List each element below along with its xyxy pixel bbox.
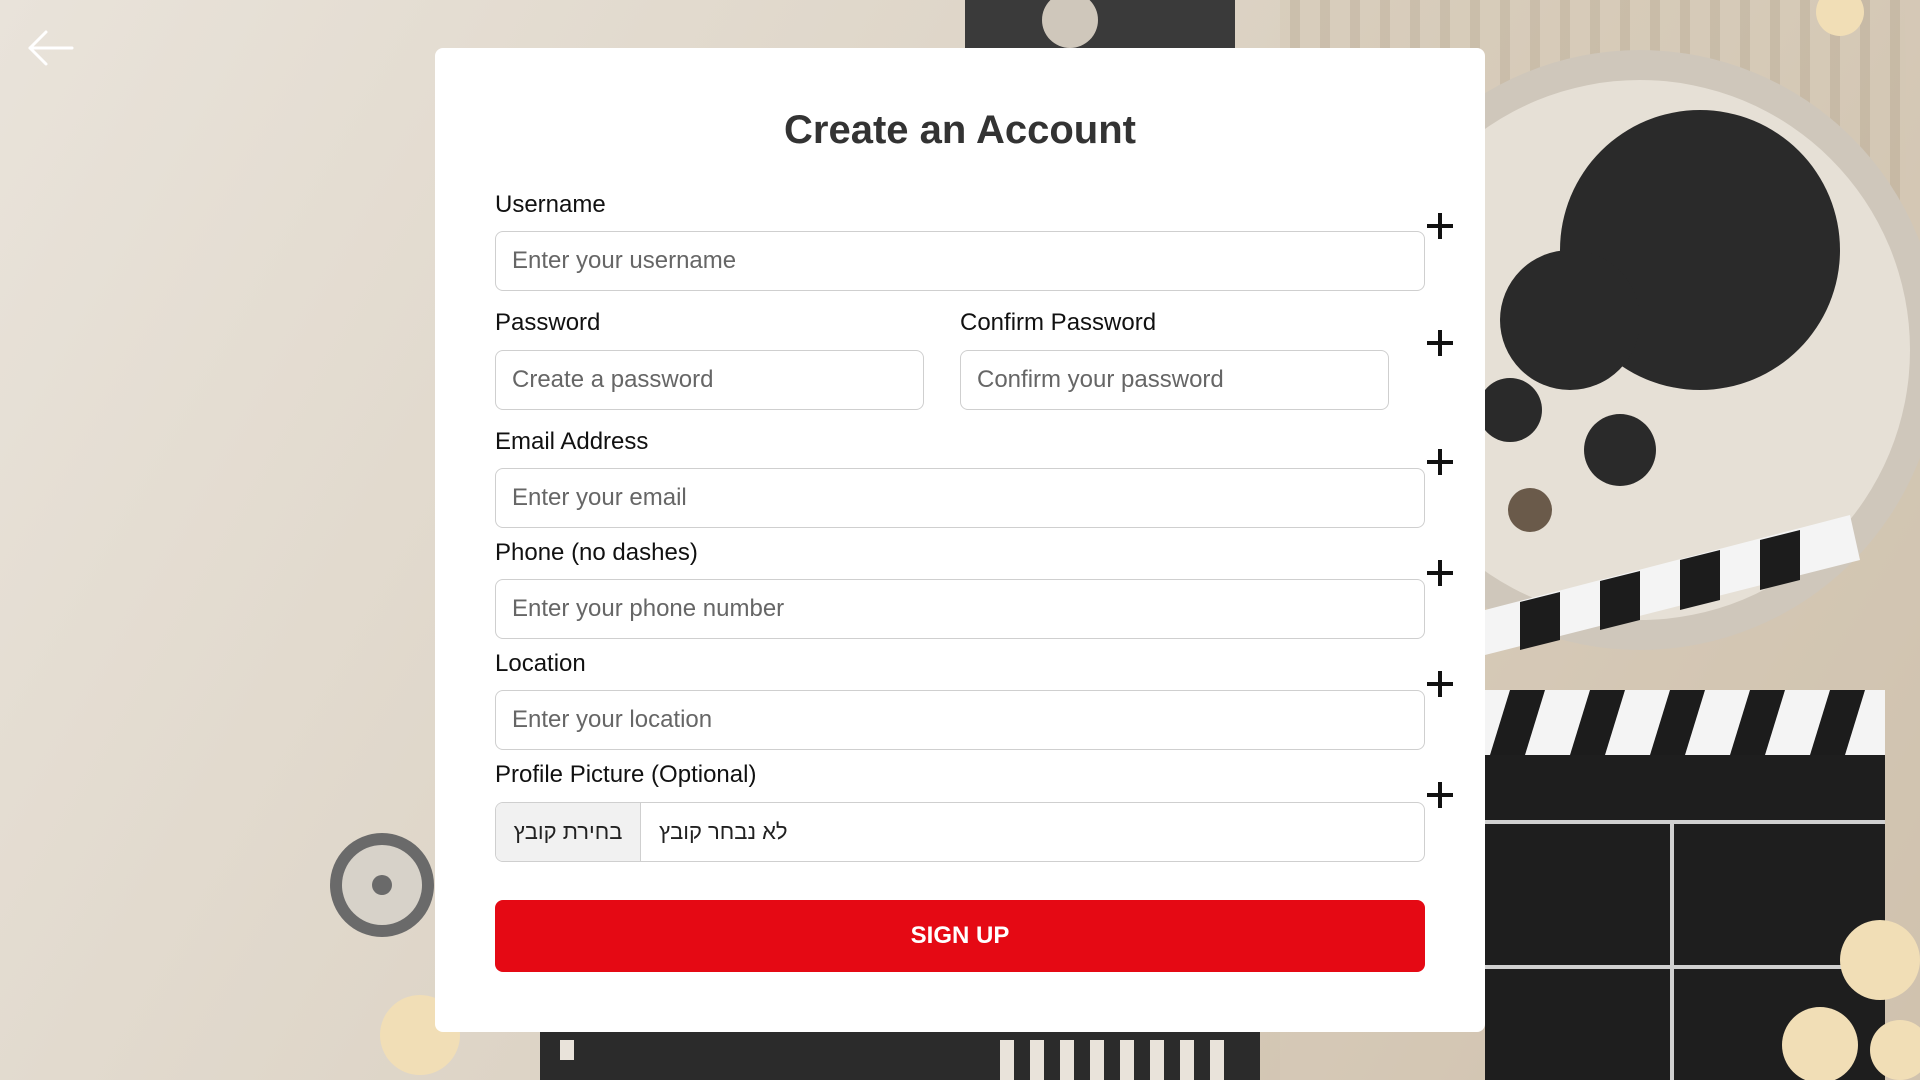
plus-icon[interactable]: [1420, 553, 1460, 593]
phone-label: Phone (no dashes): [495, 539, 698, 566]
film-strip-bottom: [540, 1032, 1260, 1080]
password-input[interactable]: [495, 350, 924, 410]
password-label: Password: [495, 309, 601, 336]
email-label: Email Address: [495, 428, 649, 455]
arrow-left-icon: [28, 30, 74, 66]
profile-picture-label: Profile Picture (Optional): [495, 761, 757, 788]
sign-up-button[interactable]: SIGN UP: [495, 900, 1425, 972]
phone-input[interactable]: [495, 579, 1425, 639]
username-label: Username: [495, 191, 606, 218]
profile-picture-file-input[interactable]: בחירת קובץ לא נבחר קובץ: [495, 802, 1425, 862]
location-input[interactable]: [495, 690, 1425, 750]
signup-card: Create an Account Username Password Conf…: [435, 48, 1485, 1032]
plus-icon[interactable]: [1420, 775, 1460, 815]
file-status-text: לא נבחר קובץ: [659, 819, 788, 844]
email-input[interactable]: [495, 468, 1425, 528]
film-strip-top: [965, 0, 1235, 48]
plus-icon[interactable]: [1420, 442, 1460, 482]
plus-icon[interactable]: [1420, 206, 1460, 246]
choose-file-button[interactable]: בחירת קובץ: [496, 803, 641, 861]
page-title: Create an Account: [784, 108, 1136, 152]
confirm-password-label: Confirm Password: [960, 309, 1157, 336]
confirm-password-input[interactable]: [960, 350, 1389, 410]
location-label: Location: [495, 650, 586, 677]
username-input[interactable]: [495, 231, 1425, 291]
plus-icon[interactable]: [1420, 664, 1460, 704]
small-reel: [330, 833, 434, 937]
plus-icon[interactable]: [1420, 323, 1460, 363]
back-button[interactable]: [26, 28, 76, 68]
